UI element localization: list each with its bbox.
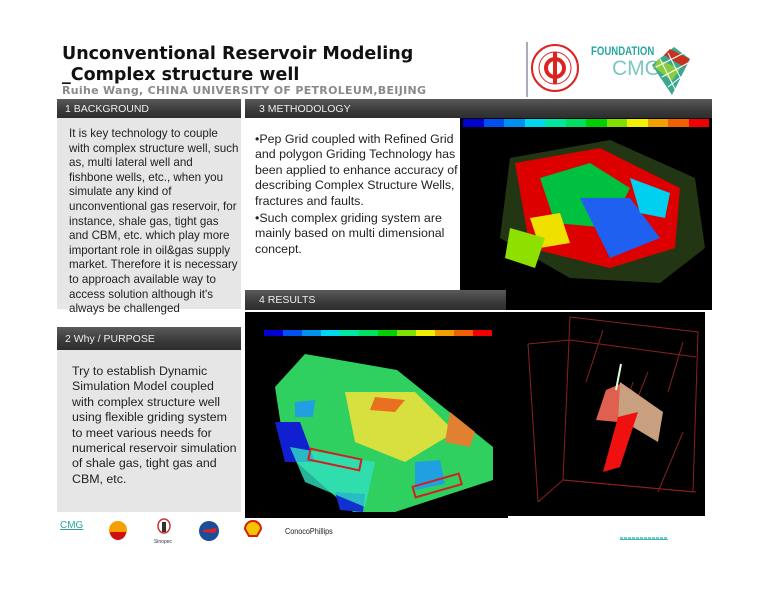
section-heading-methodology: 3 METHODOLOGY	[245, 99, 712, 118]
results-3d-well-view	[508, 312, 705, 516]
title-line-2: _Complex structure well	[62, 65, 300, 85]
results-pressure-map	[245, 312, 508, 518]
methodology-text: •Pep Grid coupled with Refined Grid and …	[255, 132, 460, 257]
background-text: It is key technology to couple with comp…	[69, 127, 239, 316]
logo-divider	[526, 42, 528, 97]
section-heading-background: 1 BACKGROUND	[57, 99, 241, 118]
grid-model-image	[460, 118, 712, 310]
foundation-label: FOUNDATION	[591, 44, 655, 58]
purpose-text: Try to establish Dynamic Simulation Mode…	[72, 364, 237, 486]
conocophillips-logo: ConocoPhillips	[285, 526, 333, 536]
shell-logo	[243, 519, 263, 544]
methodology-bullet: •Such complex griding system are mainly …	[255, 211, 445, 256]
poster-title: Unconventional Reservoir Modeling _Compl…	[62, 44, 413, 86]
section-heading-purpose: 2 Why / PURPOSE	[57, 327, 241, 350]
section-heading-results: 4 RESULTS	[245, 290, 506, 310]
cnooc-logo	[198, 520, 220, 547]
author-affiliation: Ruihe Wang, CHINA UNIVERSITY OF PETROLEU…	[62, 84, 427, 97]
cmg-footer-logo: CMG	[60, 520, 84, 531]
methodology-bullet: •Pep Grid coupled with Refined Grid and …	[255, 132, 458, 208]
title-line-1: Unconventional Reservoir Modeling	[62, 44, 414, 64]
cmg-grid-logo	[650, 45, 692, 102]
sinopec-logo-text: Sinopec	[153, 539, 173, 545]
petrochina-logo	[108, 520, 128, 545]
contact-link[interactable]	[620, 537, 668, 540]
university-seal-logo	[530, 42, 580, 99]
sinopec-logo: Sinopec	[154, 518, 174, 545]
